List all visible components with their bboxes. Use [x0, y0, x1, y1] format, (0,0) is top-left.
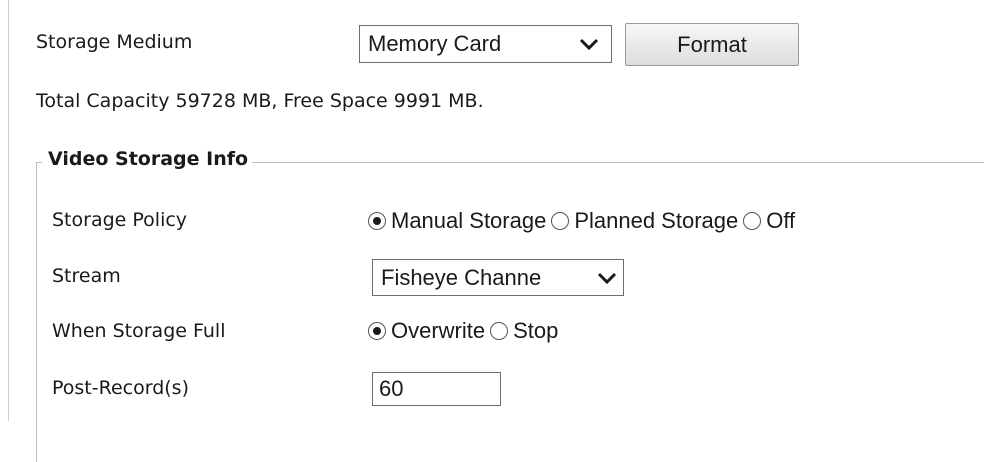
policy-option-manual[interactable]: Manual Storage: [368, 208, 546, 234]
storage-medium-label: Storage Medium: [36, 31, 193, 53]
policy-option-label: Manual Storage: [391, 208, 547, 233]
storage-policy-radio-group: Manual Storage Planned Storage Off: [368, 206, 800, 236]
when-full-option-stop[interactable]: Stop: [490, 318, 558, 344]
storage-medium-select[interactable]: Memory Card: [359, 25, 612, 63]
policy-option-planned[interactable]: Planned Storage: [551, 208, 738, 234]
stream-value: Fisheye Channe: [381, 264, 542, 290]
storage-medium-value: Memory Card: [368, 31, 502, 56]
chevron-down-icon: [579, 38, 599, 50]
when-storage-full-label: When Storage Full: [52, 320, 226, 342]
when-full-radio-group: Overwrite Stop: [368, 316, 563, 346]
radio-selected-icon[interactable]: [368, 212, 386, 230]
policy-option-label: Off: [766, 208, 796, 233]
radio-unselected-icon[interactable]: [551, 212, 570, 230]
video-storage-legend: Video Storage Info: [42, 148, 253, 170]
chevron-down-icon: [597, 272, 617, 284]
radio-unselected-icon[interactable]: [743, 212, 762, 230]
radio-unselected-icon[interactable]: [490, 322, 509, 340]
when-full-option-label: Stop: [513, 318, 559, 343]
left-divider: [8, 0, 9, 421]
when-full-option-overwrite[interactable]: Overwrite: [368, 318, 485, 344]
radio-selected-icon[interactable]: [368, 322, 386, 340]
storage-policy-label: Storage Policy: [52, 209, 188, 231]
capacity-info: Total Capacity 59728 MB, Free Space 9991…: [36, 90, 484, 112]
policy-option-label: Planned Storage: [574, 208, 739, 233]
when-full-option-label: Overwrite: [391, 318, 486, 343]
stream-select[interactable]: Fisheye Channe: [372, 259, 624, 296]
format-button[interactable]: Format: [625, 23, 799, 66]
stream-label: Stream: [52, 265, 121, 287]
policy-option-off[interactable]: Off: [743, 208, 795, 234]
post-record-input[interactable]: 60: [372, 372, 501, 406]
post-record-label: Post-Record(s): [52, 377, 189, 399]
